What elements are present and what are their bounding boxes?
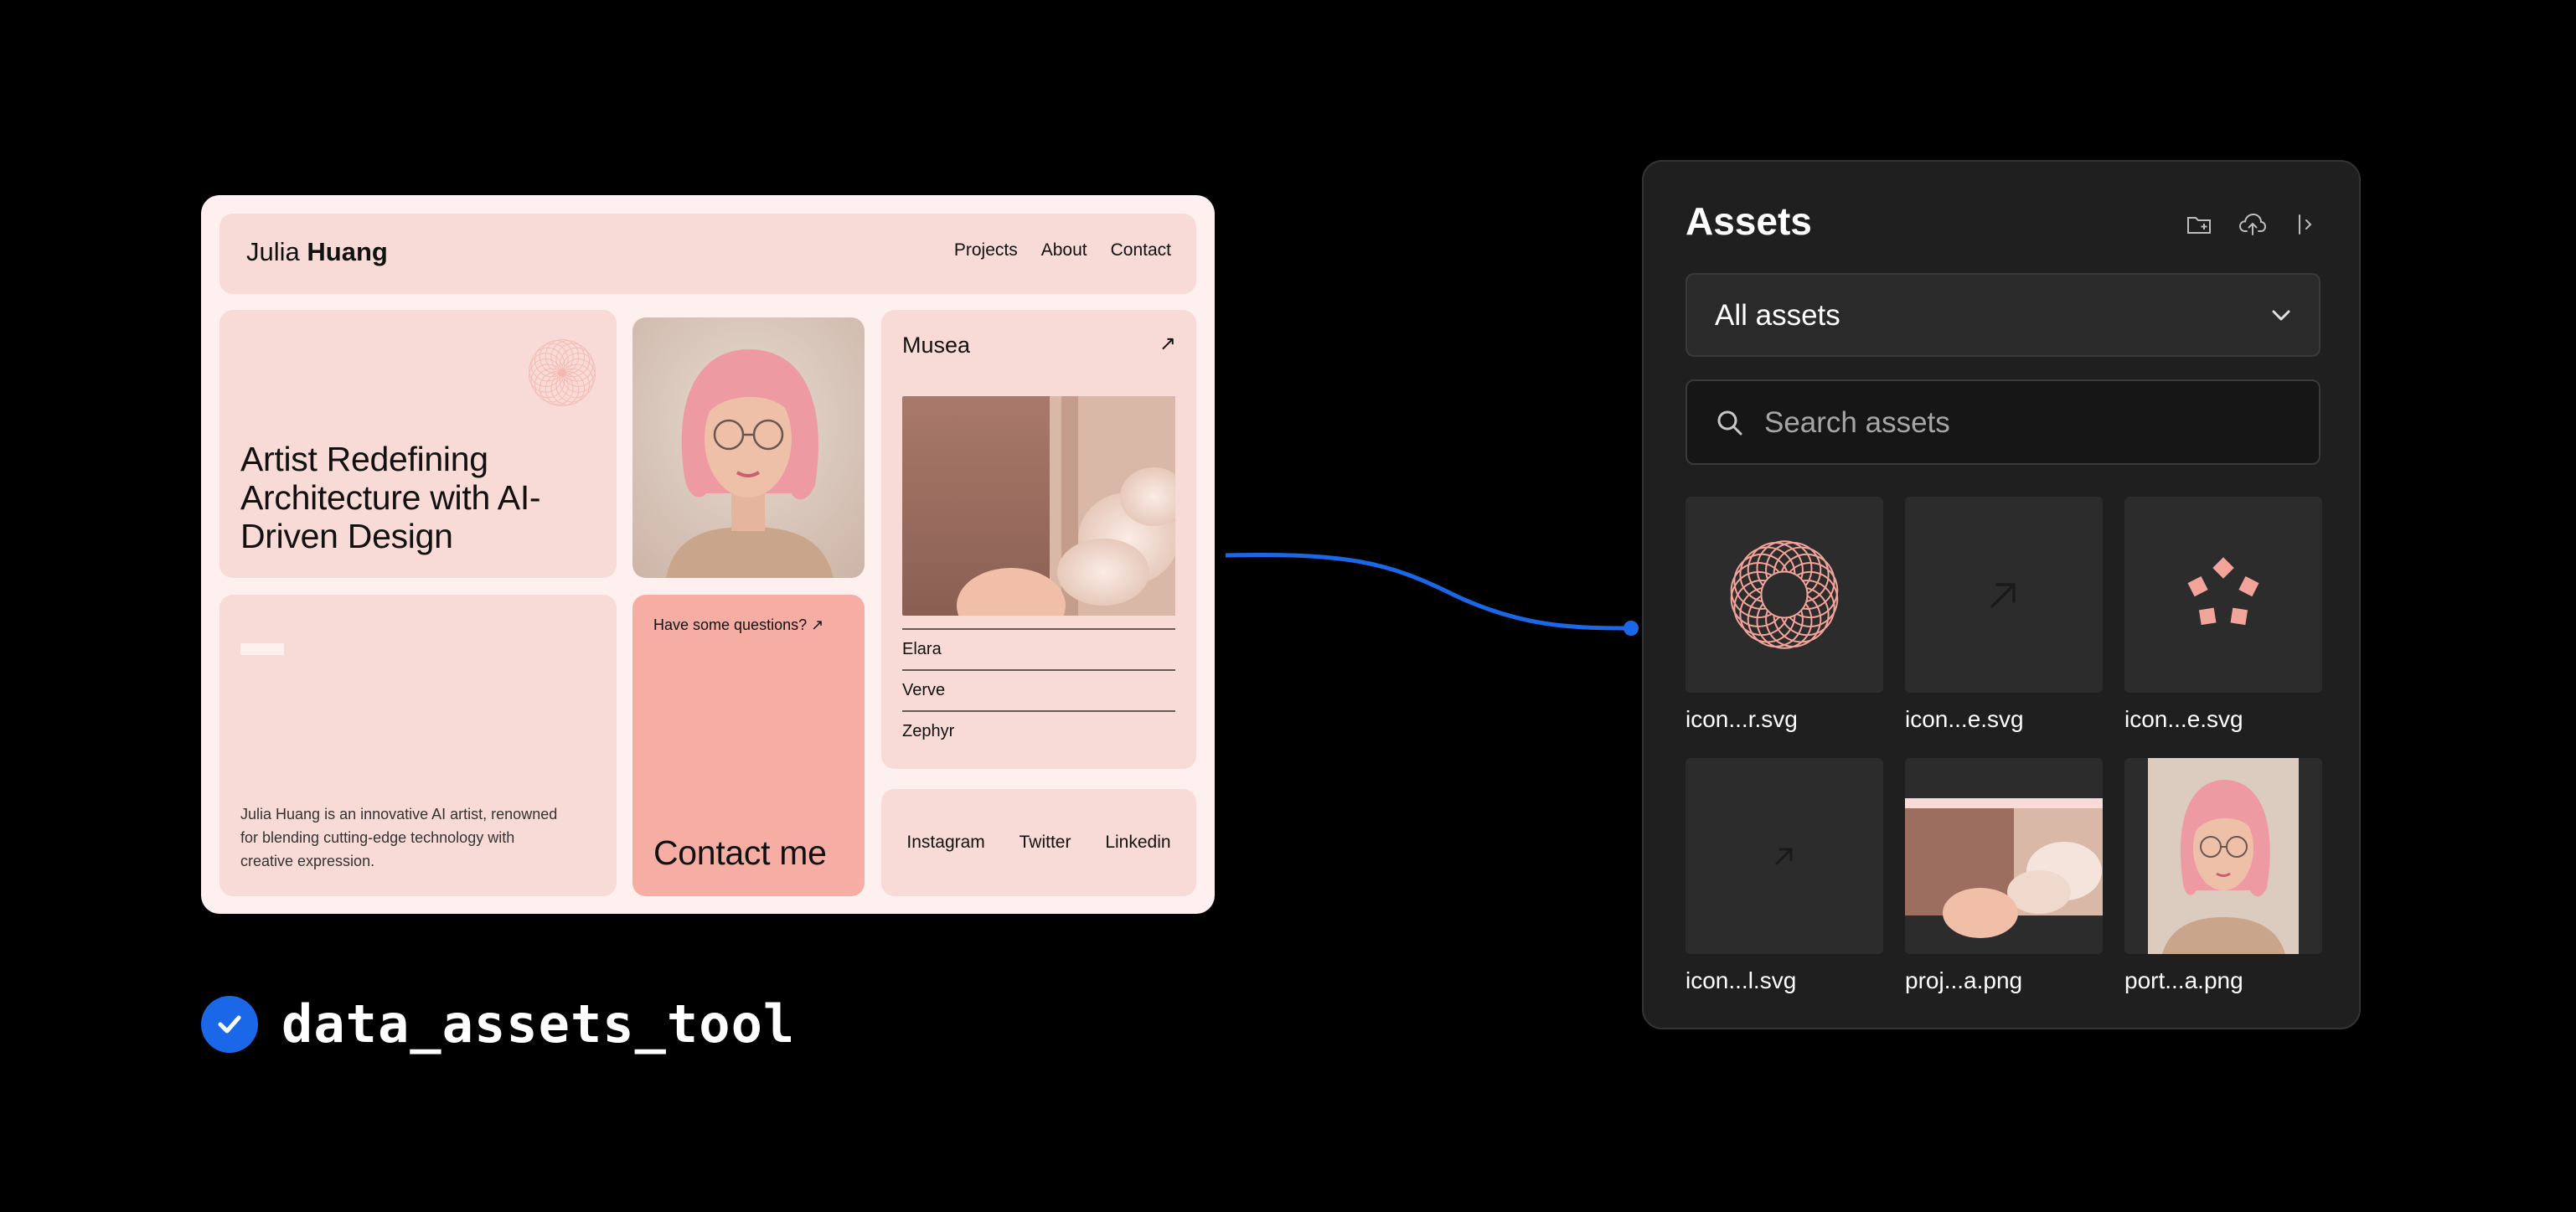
asset-filter-value: All assets [1715,299,1840,332]
nav-link-contact[interactable]: Contact [1111,240,1171,260]
portrait-image [632,317,865,578]
asset-label: icon...e.svg [1905,706,2024,732]
asset-filter-select[interactable]: All assets [1685,273,2320,357]
collapse-panel-icon[interactable] [2292,210,2320,239]
social-link-linkedin[interactable]: Linkedin [1105,833,1170,853]
asset-search-box[interactable] [1685,379,2320,465]
asset-item[interactable]: icon...e.svg [1905,497,2103,733]
rosette-icon [529,338,596,407]
social-link-twitter[interactable]: Twitter [1020,833,1071,853]
tool-name: data_assets_tool [281,993,796,1055]
asset-item[interactable]: proj...a.png [1905,758,2103,994]
assets-panel: Assets All assets Search assets icon...r… [1642,160,2361,1029]
panel-title: Assets [1685,199,1812,243]
project-item-elara[interactable]: Elara [902,628,1175,669]
nav-link-about[interactable]: About [1041,240,1087,260]
search-input[interactable] [1763,401,2269,445]
asset-item[interactable]: icon...r.svg [1685,497,1883,733]
arrow-up-right-icon [1775,848,1793,865]
brand-last-name: Huang [307,237,388,266]
chevron-down-icon [2270,307,2292,327]
external-arrow-icon[interactable]: ↗ [1159,332,1176,356]
asset-label: port...a.png [2124,967,2243,993]
contact-cta[interactable]: Contact me [653,833,827,873]
portrait-image-thumb [2124,758,2322,954]
asset-item[interactable]: port...a.png [2124,758,2322,994]
rosette-icon [1730,540,1839,649]
new-folder-icon[interactable] [2185,210,2213,239]
social-link-instagram[interactable]: Instagram [906,833,984,853]
website-preview: Julia Huang Projects About Contact Artis… [201,195,1215,914]
asset-label: icon...r.svg [1685,706,1798,732]
asset-item[interactable]: icon...l.svg [1685,758,1883,994]
contact-question[interactable]: Have some questions? ↗ [653,616,823,634]
arrow-up-right-icon [1990,583,2016,608]
asset-thumbnail[interactable] [1685,497,1883,693]
star-icon [2187,557,2259,626]
site-brand[interactable]: Julia Huang [246,237,388,267]
connector-line [1225,553,1639,636]
site-navbar: Julia Huang Projects About Contact [219,214,1196,294]
project-list: Elara Verve Zephyr [902,628,1175,751]
hero-card: Artist Redefining Architecture with AI-D… [219,310,617,578]
nav-links: Projects About Contact [954,240,1171,260]
search-icon [1715,408,1745,442]
asset-thumbnail[interactable] [2124,497,2322,693]
bio-text: Julia Huang is an innovative AI artist, … [240,806,558,869]
portrait-photo [632,317,865,578]
bio-card: Julia Huang is an innovative AI artist, … [219,595,617,896]
connector-node [1624,621,1639,636]
brand-first-name: Julia [246,237,300,266]
asset-thumbnail[interactable] [1905,758,2103,954]
tool-status: data_assets_tool [201,993,795,1055]
asset-thumbnail[interactable] [1685,758,1883,954]
nav-link-projects[interactable]: Projects [954,240,1018,260]
project-image [902,396,1175,616]
socials-card: Instagram Twitter Linkedin [881,789,1196,896]
contact-card[interactable]: Have some questions? ↗ Contact me [632,595,865,896]
checkmark-icon [201,995,258,1053]
asset-item[interactable]: icon...e.svg [2124,497,2322,733]
project-item-verve[interactable]: Verve [902,669,1175,710]
asset-grid: icon...r.svg icon...e.svg icon...e.svg i… [1685,497,2322,994]
project-title[interactable]: Musea [902,333,970,358]
asset-thumbnail[interactable] [1905,497,2103,693]
asset-label: proj...a.png [1905,967,2023,993]
project-item-zephyr[interactable]: Zephyr [902,710,1175,751]
asset-label: icon...e.svg [2124,706,2243,732]
project-image-thumb [1905,758,2103,954]
upload-icon[interactable] [2238,210,2267,239]
panel-actions [2185,210,2320,239]
hero-title: Artist Redefining Architecture with AI-D… [240,440,541,555]
bio-tag [240,643,284,655]
project-card: Musea ↗ Elara Verve Zephyr [881,310,1196,769]
asset-label: icon...l.svg [1685,967,1797,993]
asset-thumbnail[interactable] [2124,758,2322,954]
